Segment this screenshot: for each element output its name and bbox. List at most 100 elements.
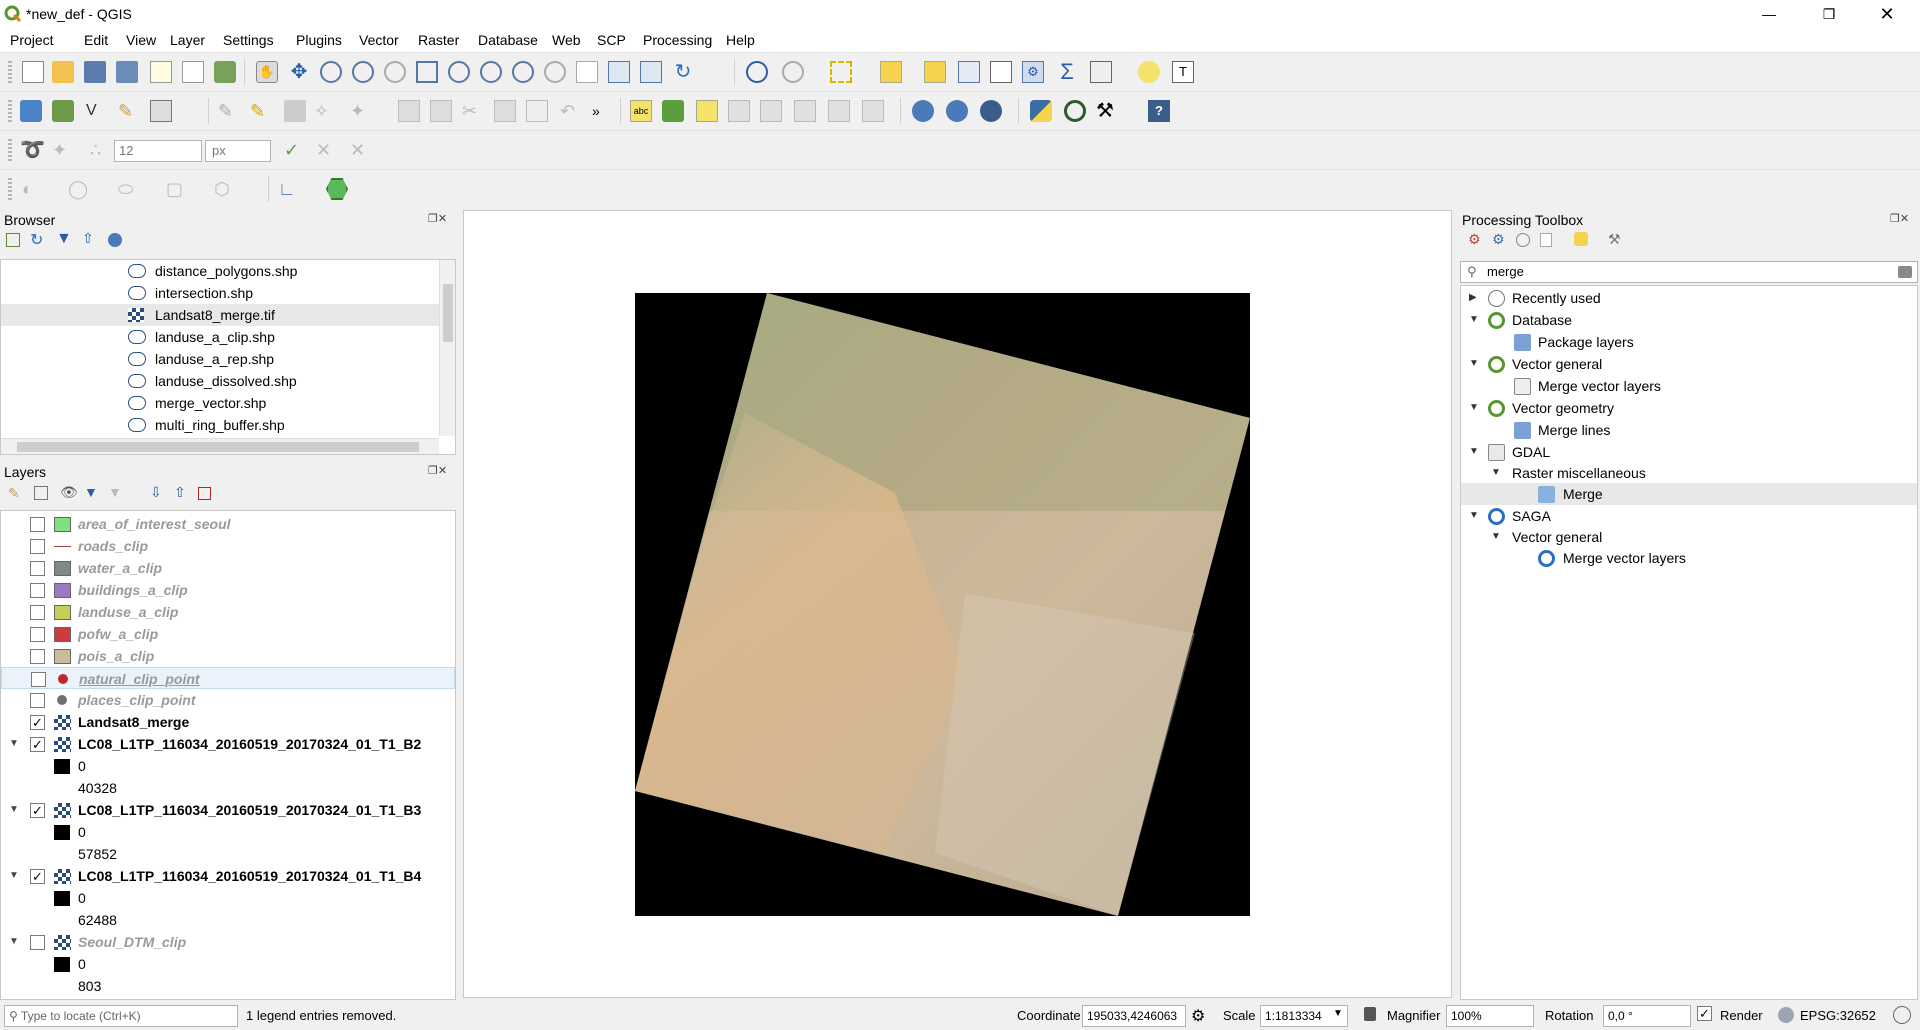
- toolbox-search-input[interactable]: ⚲ merge: [1460, 261, 1918, 283]
- toolbar-grip[interactable]: [8, 61, 12, 83]
- collapse-arrow-icon[interactable]: ▼: [1469, 353, 1479, 375]
- layout-manager-icon[interactable]: [182, 61, 204, 83]
- browser-item[interactable]: intersection.shp: [1, 282, 455, 304]
- browser-tree[interactable]: distance_polygons.shp intersection.shp L…: [0, 259, 456, 455]
- avoid-overlap-icon[interactable]: ✕: [316, 139, 338, 161]
- zoom-next-icon[interactable]: [576, 61, 598, 83]
- layer-visibility-checkbox[interactable]: ✓: [30, 737, 45, 752]
- browser-item[interactable]: multi_ring_buffer.shp: [1, 414, 455, 436]
- style-manager-icon[interactable]: [214, 61, 236, 83]
- refresh-browser-icon[interactable]: ↻: [30, 230, 43, 250]
- attribute-table-icon[interactable]: [958, 61, 980, 83]
- topological-editing-icon[interactable]: ✓: [284, 139, 306, 161]
- layer-visibility-checkbox[interactable]: ✓: [30, 869, 45, 884]
- show-hide-labels-icon[interactable]: [794, 100, 816, 122]
- messages-icon[interactable]: [1893, 1006, 1911, 1024]
- save-edits-icon[interactable]: [284, 100, 306, 122]
- layer-row[interactable]: ▼ ✓ LC08_L1TP_116034_20160519_20170324_01_…: [1, 799, 455, 821]
- field-calculator-icon[interactable]: [990, 61, 1012, 83]
- toolbar-overflow-icon[interactable]: »: [592, 100, 614, 122]
- filter-browser-icon[interactable]: ▼: [56, 230, 72, 248]
- browser-horizontal-scrollbar[interactable]: [1, 438, 439, 454]
- layer-row[interactable]: ▼ Seoul_DTM_clip: [1, 931, 455, 953]
- layer-row[interactable]: water_a_clip: [1, 557, 455, 579]
- collapse-arrow-icon[interactable]: ▼: [1469, 309, 1479, 331]
- toolbox-undock-button[interactable]: ❐✕: [1890, 212, 1909, 225]
- menu-view[interactable]: View: [126, 32, 156, 48]
- snapping-intersection-icon[interactable]: ✕: [350, 139, 372, 161]
- layer-visibility-checkbox[interactable]: [30, 627, 45, 642]
- pin-labels-icon[interactable]: [760, 100, 782, 122]
- filter-legend-icon[interactable]: ▼: [84, 484, 98, 500]
- measure-line-icon[interactable]: [1090, 61, 1112, 83]
- select-features-icon[interactable]: [830, 61, 852, 83]
- options-icon[interactable]: ⚒: [1608, 231, 1621, 248]
- tree-item-saga[interactable]: ▼ SAGA: [1461, 505, 1917, 527]
- layer-row[interactable]: pofw_a_clip: [1, 623, 455, 645]
- layer-visibility-checkbox[interactable]: [30, 935, 45, 950]
- tree-item-gdal[interactable]: ▼ GDAL: [1461, 441, 1917, 463]
- browser-vertical-scrollbar[interactable]: [439, 260, 455, 436]
- browser-item[interactable]: merge_vector.shp: [1, 392, 455, 414]
- layer-row[interactable]: roads_clip: [1, 535, 455, 557]
- layer-visibility-checkbox[interactable]: [31, 672, 46, 687]
- toolbar-grip[interactable]: [8, 139, 12, 161]
- layers-undock-button[interactable]: ❐✕: [428, 464, 447, 477]
- zoom-rubberband-icon[interactable]: [384, 61, 406, 83]
- layer-diagram-icon[interactable]: [696, 100, 718, 122]
- scripts-icon[interactable]: ⚙: [1492, 231, 1505, 248]
- add-feature-icon[interactable]: ✧: [314, 100, 336, 122]
- collapse-all-layers-icon[interactable]: ⇧: [174, 484, 186, 501]
- tree-item-merge-selected[interactable]: Merge: [1461, 483, 1917, 505]
- zoom-in-icon[interactable]: [320, 61, 342, 83]
- menu-plugins[interactable]: Plugins: [296, 32, 342, 48]
- tree-item-merge-lines[interactable]: Merge lines: [1461, 419, 1917, 441]
- collapse-arrow-icon[interactable]: ▼: [1469, 505, 1479, 527]
- help-icon[interactable]: ?: [1148, 100, 1170, 122]
- toggle-extents-icon[interactable]: ⚙: [1191, 1006, 1205, 1026]
- tree-item-recently-used[interactable]: ▶ Recently used: [1461, 287, 1917, 309]
- new-map-view-icon[interactable]: [608, 61, 630, 83]
- layer-visibility-checkbox[interactable]: [30, 539, 45, 554]
- expand-toggle-icon[interactable]: ▼: [9, 733, 19, 755]
- manage-map-themes-icon[interactable]: 👁: [60, 484, 78, 501]
- menu-vector[interactable]: Vector: [359, 32, 399, 48]
- properties-icon[interactable]: [108, 233, 122, 247]
- menu-raster[interactable]: Raster: [418, 32, 459, 48]
- browser-item[interactable]: landuse_dissolved.shp: [1, 370, 455, 392]
- browser-item[interactable]: distance_polygons.shp: [1, 260, 455, 282]
- paste-features-icon[interactable]: [526, 100, 548, 122]
- processing-toolbox-icon[interactable]: ⚙: [1022, 61, 1044, 83]
- toolbar-grip[interactable]: [8, 178, 12, 200]
- menu-scp[interactable]: SCP: [597, 32, 626, 48]
- browser-item[interactable]: landuse_a_clip.shp: [1, 326, 455, 348]
- magnifier-field[interactable]: 100%: [1446, 1005, 1534, 1027]
- new-shapefile-layer-icon[interactable]: V: [86, 100, 108, 122]
- delete-selected-icon[interactable]: [430, 100, 452, 122]
- scp-plugin-icon[interactable]: [326, 178, 348, 200]
- toolbox-tree[interactable]: ▶ Recently used ▼ Database Package layers …: [1460, 285, 1918, 1000]
- python-console-icon[interactable]: [1030, 100, 1052, 122]
- layer-visibility-checkbox[interactable]: [30, 649, 45, 664]
- new-project-icon[interactable]: [22, 61, 44, 83]
- layer-visibility-checkbox[interactable]: [30, 517, 45, 532]
- open-layer-styling-icon[interactable]: ✎: [8, 485, 20, 502]
- identify-features-icon[interactable]: [746, 61, 768, 83]
- new-print-layout-icon[interactable]: [150, 61, 172, 83]
- deselect-features-icon[interactable]: [924, 61, 946, 83]
- add-circle-icon[interactable]: ◯: [68, 178, 90, 200]
- menu-edit[interactable]: Edit: [84, 32, 108, 48]
- layer-visibility-checkbox[interactable]: [30, 605, 45, 620]
- browser-undock-button[interactable]: ❐✕: [428, 212, 447, 225]
- menu-settings[interactable]: Settings: [223, 32, 274, 48]
- collapse-arrow-icon[interactable]: ▼: [1469, 397, 1479, 419]
- tree-item-vector-geometry[interactable]: ▼ Vector geometry: [1461, 397, 1917, 419]
- menu-database[interactable]: Database: [478, 32, 538, 48]
- new-geopackage-layer-icon[interactable]: [52, 100, 74, 122]
- move-label-icon[interactable]: [828, 100, 850, 122]
- layer-row[interactable]: area_of_interest_seoul: [1, 513, 455, 535]
- tree-item-vector-general[interactable]: ▼ Vector general: [1461, 353, 1917, 375]
- add-wms-layer-icon[interactable]: [912, 100, 934, 122]
- layer-visibility-checkbox[interactable]: ✓: [30, 803, 45, 818]
- expand-all-icon[interactable]: ⇩: [150, 484, 162, 501]
